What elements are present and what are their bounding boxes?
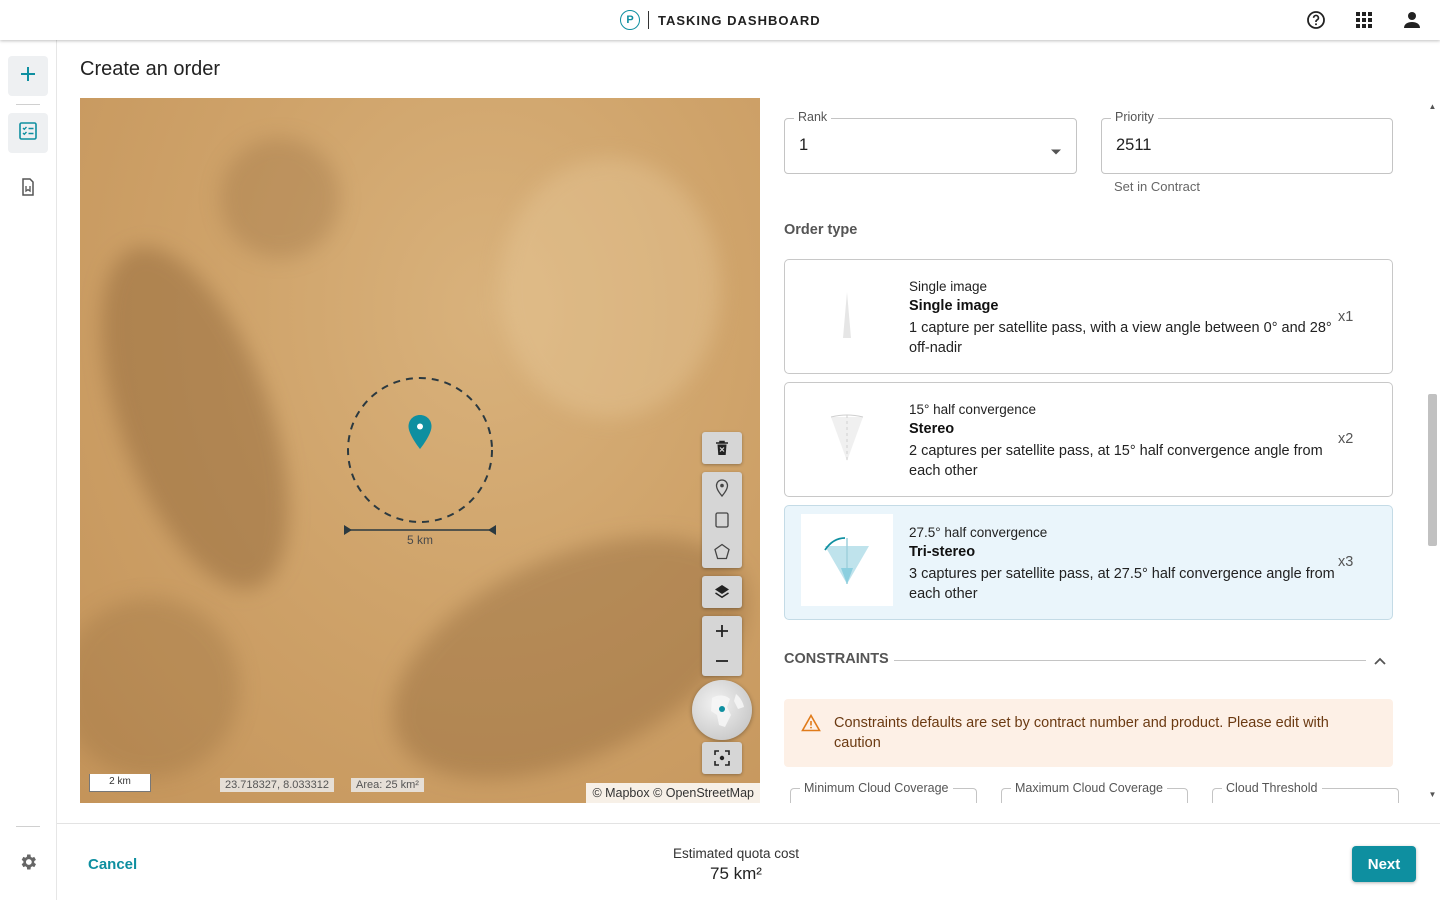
warning-icon bbox=[801, 713, 821, 737]
order-type-multiplier: x2 bbox=[1338, 431, 1354, 447]
maximum-cloud-coverage-field[interactable]: Maximum Cloud Coverage bbox=[1001, 781, 1188, 803]
field-label: Maximum Cloud Coverage bbox=[1011, 781, 1167, 795]
rail-divider bbox=[16, 104, 40, 105]
order-type-description: 1 capture per satellite pass, with a vie… bbox=[909, 320, 1332, 356]
constraints-divider bbox=[894, 660, 1366, 661]
order-type-stereo[interactable]: 15° half convergence Stereo 2 captures p… bbox=[784, 382, 1393, 497]
map-scalebar: 2 km bbox=[89, 774, 151, 792]
settings-icon bbox=[18, 852, 38, 877]
order-type-multiplier: x1 bbox=[1338, 309, 1354, 325]
layers-control[interactable] bbox=[702, 576, 742, 608]
logo: P bbox=[620, 10, 640, 30]
order-type-subtitle: 27.5° half convergence bbox=[909, 525, 1048, 540]
map-pin-icon[interactable] bbox=[407, 414, 433, 455]
order-type-name: Single image bbox=[909, 298, 999, 314]
map-attribution[interactable]: © Mapbox © OpenStreetMap bbox=[586, 783, 760, 803]
quota-label: Estimated quota cost bbox=[672, 846, 800, 861]
cloud-threshold-field[interactable]: Cloud Threshold bbox=[1212, 781, 1399, 803]
help-icon[interactable] bbox=[1306, 10, 1326, 30]
scroll-down-arrow-icon[interactable]: ▼ bbox=[1428, 790, 1437, 799]
delete-shape-control[interactable] bbox=[702, 432, 742, 464]
quota-estimate: Estimated quota cost 75 km² bbox=[636, 846, 836, 884]
recenter-icon[interactable] bbox=[702, 742, 742, 774]
priority-field[interactable]: Priority 2511 bbox=[1101, 110, 1393, 174]
zoom-control bbox=[702, 616, 742, 676]
orders-list-icon bbox=[19, 121, 37, 145]
pin-icon[interactable] bbox=[702, 472, 742, 504]
orders-list-button[interactable] bbox=[8, 113, 48, 153]
cancel-button[interactable]: Cancel bbox=[88, 856, 137, 873]
chevron-up-icon[interactable] bbox=[1370, 651, 1390, 671]
stereo-illustration-icon bbox=[801, 391, 893, 483]
order-type-subtitle: Single image bbox=[909, 279, 988, 294]
quota-value: 75 km² bbox=[710, 864, 762, 883]
archive-icon bbox=[21, 177, 35, 201]
globe-icon[interactable] bbox=[692, 680, 752, 740]
top-bar: P TASKING DASHBOARD bbox=[0, 0, 1440, 40]
add-order-button[interactable] bbox=[8, 56, 48, 96]
brand-separator bbox=[648, 11, 649, 29]
map-view[interactable]: 5 km 2 km 23.718327, 8.033312 Area: 25 k… bbox=[80, 98, 760, 803]
account-icon[interactable] bbox=[1402, 10, 1422, 30]
order-type-name: Stereo bbox=[909, 421, 955, 437]
order-form: Rank 1 Priority 2511 Set in Contract Ord… bbox=[760, 98, 1440, 803]
order-type-name: Tri-stereo bbox=[909, 544, 976, 560]
brand: P TASKING DASHBOARD bbox=[620, 9, 821, 31]
recenter-control[interactable] bbox=[702, 742, 742, 774]
layers-icon[interactable] bbox=[702, 576, 742, 608]
order-type-title: Order type bbox=[784, 222, 858, 238]
rank-value: 1 bbox=[799, 136, 809, 154]
field-label: Minimum Cloud Coverage bbox=[800, 781, 953, 795]
order-type-subtitle: 15° half convergence bbox=[909, 402, 1036, 417]
minimum-cloud-coverage-field[interactable]: Minimum Cloud Coverage bbox=[790, 781, 977, 803]
page-title: Create an order bbox=[80, 58, 221, 80]
priority-helper-text: Set in Contract bbox=[1114, 179, 1200, 194]
rank-select[interactable]: Rank 1 bbox=[784, 110, 1077, 174]
apps-grid-icon[interactable] bbox=[1354, 10, 1374, 30]
form-scrollbar[interactable]: ▲ ▼ bbox=[1425, 98, 1440, 803]
constraints-title: CONSTRAINTS bbox=[784, 651, 889, 667]
settings-button[interactable] bbox=[8, 844, 48, 884]
constraints-header[interactable]: CONSTRAINTS bbox=[784, 651, 1393, 671]
draw-tools-control bbox=[702, 472, 742, 568]
archive-button[interactable] bbox=[8, 169, 48, 209]
order-type-multiplier: x3 bbox=[1338, 554, 1354, 570]
scroll-thumb[interactable] bbox=[1428, 394, 1437, 546]
order-type-tristereo[interactable]: 27.5° half convergence Tri-stereo 3 capt… bbox=[784, 505, 1393, 620]
radius-scale-label: 5 km bbox=[407, 533, 434, 547]
priority-value: 2511 bbox=[1116, 136, 1152, 154]
trash-icon[interactable] bbox=[702, 432, 742, 464]
polygon-icon[interactable] bbox=[702, 536, 742, 568]
order-type-description: 3 captures per satellite pass, at 27.5° … bbox=[909, 566, 1335, 602]
next-button[interactable]: Next bbox=[1352, 846, 1416, 882]
constraints-warning: Constraints defaults are set by contract… bbox=[784, 699, 1393, 767]
app-title: TASKING DASHBOARD bbox=[658, 12, 821, 28]
add-icon bbox=[20, 66, 36, 87]
zoom-out-icon[interactable] bbox=[702, 646, 742, 676]
scroll-up-arrow-icon[interactable]: ▲ bbox=[1428, 102, 1437, 111]
tri-stereo-illustration-icon bbox=[801, 514, 893, 606]
zoom-in-icon[interactable] bbox=[702, 616, 742, 646]
field-label: Cloud Threshold bbox=[1222, 781, 1322, 795]
rail-divider-bottom bbox=[16, 826, 40, 827]
rank-label: Rank bbox=[794, 110, 832, 124]
left-rail bbox=[0, 40, 57, 900]
rectangle-icon[interactable] bbox=[702, 504, 742, 536]
order-type-description: 2 captures per satellite pass, at 15° ha… bbox=[909, 443, 1323, 479]
coordinates-readout: 23.718327, 8.033312 bbox=[220, 778, 334, 792]
single-image-illustration-icon bbox=[801, 268, 893, 360]
warning-text: Constraints defaults are set by contract… bbox=[834, 715, 1329, 751]
area-readout: Area: 25 km² bbox=[351, 778, 424, 792]
order-type-single[interactable]: Single image Single image 1 capture per … bbox=[784, 259, 1393, 374]
priority-label: Priority bbox=[1111, 110, 1158, 124]
footer-bar: Cancel Estimated quota cost 75 km² Next bbox=[57, 823, 1440, 900]
chevron-down-icon bbox=[1050, 143, 1062, 161]
